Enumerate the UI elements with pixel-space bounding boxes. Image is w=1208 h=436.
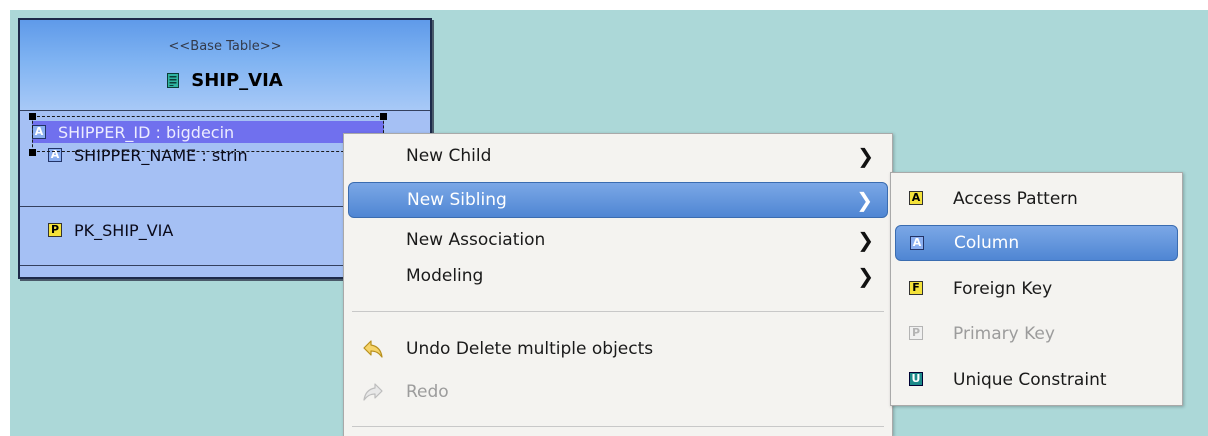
redo-arrow-icon	[363, 383, 383, 401]
menu-separator	[352, 311, 884, 312]
submenu-item-access-pattern[interactable]: A Access Pattern	[895, 181, 1178, 217]
menu-item-label: New Sibling	[407, 190, 507, 210]
table-icon	[167, 73, 180, 88]
column-icon: A	[910, 236, 924, 250]
context-menu: New Child ❯ New Sibling ❯ New Associatio…	[343, 133, 893, 436]
header-divider	[20, 110, 430, 111]
submenu-item-foreign-key[interactable]: F Foreign Key	[895, 271, 1178, 307]
table-name: SHIP_VIA	[191, 70, 283, 91]
foreign-key-icon: F	[909, 281, 923, 295]
resize-handle[interactable]	[380, 113, 387, 120]
unique-constraint-icon: U	[909, 372, 923, 386]
column-badge-icon: A	[32, 125, 46, 139]
table-title: SHIP_VIA	[20, 70, 430, 91]
column-text: SHIPPER_NAME : strin	[74, 145, 248, 165]
key-text: PK_SHIP_VIA	[74, 220, 174, 240]
menu-item-new-sibling[interactable]: New Sibling ❯	[348, 182, 888, 218]
menu-item-label: Undo Delete multiple objects	[406, 339, 654, 359]
chevron-right-icon: ❯	[857, 228, 874, 252]
column-text: SHIPPER_ID : bigdecin	[58, 122, 235, 142]
primary-key-icon: P	[909, 326, 923, 340]
submenu-item-label: Unique Constraint	[953, 370, 1107, 390]
column-row-shipper-id[interactable]: A SHIPPER_ID : bigdecin	[32, 121, 384, 143]
resize-handle[interactable]	[29, 149, 36, 156]
column-badge-icon: A	[48, 148, 62, 162]
menu-item-modeling[interactable]: Modeling ❯	[348, 258, 888, 294]
chevron-right-icon: ❯	[857, 264, 874, 288]
submenu-item-primary-key[interactable]: P Primary Key	[895, 316, 1178, 352]
key-row-pk-ship-via[interactable]: P PK_SHIP_VIA	[48, 219, 173, 241]
undo-arrow-icon	[363, 340, 383, 358]
menu-item-new-association[interactable]: New Association ❯	[348, 222, 888, 258]
menu-item-label: Redo	[406, 382, 449, 402]
column-row-shipper-name[interactable]: A SHIPPER_NAME : strin	[48, 144, 248, 166]
table-stereotype: <<Base Table>>	[168, 39, 282, 54]
submenu-item-label: Access Pattern	[953, 189, 1078, 209]
submenu-item-column[interactable]: A Column	[895, 225, 1178, 261]
menu-item-redo[interactable]: Redo	[348, 374, 888, 410]
menu-item-undo[interactable]: Undo Delete multiple objects	[348, 331, 888, 367]
menu-separator	[352, 426, 884, 427]
menu-item-new-child[interactable]: New Child ❯	[348, 138, 888, 174]
submenu-item-label: Primary Key	[953, 324, 1055, 344]
primary-key-badge-icon: P	[48, 223, 62, 237]
resize-handle[interactable]	[29, 113, 36, 120]
menu-item-label: New Child	[406, 146, 492, 166]
submenu-item-label: Column	[954, 233, 1020, 253]
access-pattern-icon: A	[909, 191, 923, 205]
chevron-right-icon: ❯	[856, 188, 873, 212]
submenu-new-sibling: A Access Pattern A Column F Foreign Key …	[890, 172, 1183, 406]
submenu-item-unique-constraint[interactable]: U Unique Constraint	[895, 362, 1178, 398]
table-header: <<Base Table>> SHIP_VIA	[20, 20, 430, 110]
menu-item-label: Modeling	[406, 266, 484, 286]
chevron-right-icon: ❯	[857, 144, 874, 168]
submenu-item-label: Foreign Key	[953, 279, 1053, 299]
menu-item-label: New Association	[406, 230, 546, 250]
